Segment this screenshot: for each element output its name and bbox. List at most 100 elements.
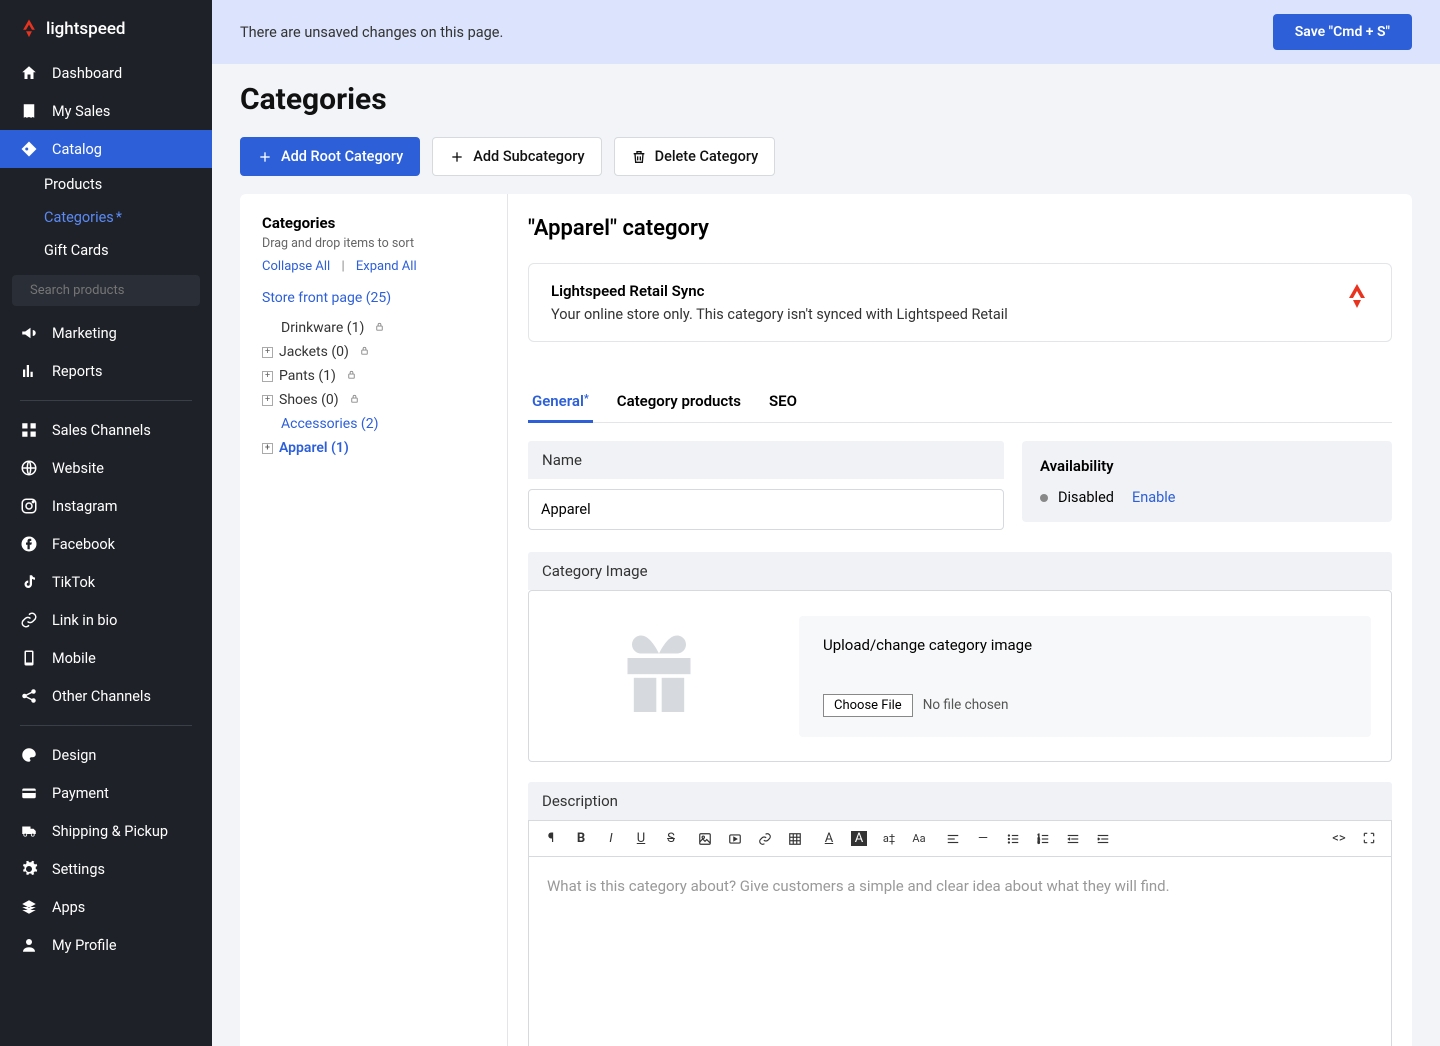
status-dot-icon [1040,494,1048,502]
indent-icon[interactable] [1095,832,1111,846]
unsaved-alert: There are unsaved changes on this page. … [212,0,1440,64]
sidebar-item-marketing[interactable]: Marketing [0,314,212,352]
sidebar-item-catalog[interactable]: Catalog [0,130,212,168]
choose-file-button[interactable]: Choose File [823,694,913,717]
sidebar-item-facebook[interactable]: Facebook [0,525,212,563]
tab-category-products[interactable]: Category products [613,382,745,423]
tab-seo[interactable]: SEO [765,382,801,423]
sidebar-item-design[interactable]: Design [0,736,212,774]
sidebar-label: Link in bio [52,612,117,629]
svg-text:3: 3 [1038,840,1040,844]
tree-item[interactable]: + Apparel (1) [262,436,485,460]
lock-icon [355,344,370,360]
sidebar-item-instagram[interactable]: Instagram [0,487,212,525]
text-color-icon[interactable]: A [821,831,837,846]
bg-color-icon[interactable]: A [851,831,867,846]
expand-icon[interactable]: + [262,347,273,358]
clear-format-icon[interactable]: a‡ [881,832,897,845]
category-tree-panel: Categories Drag and drop items to sort C… [240,194,508,1046]
tree-item[interactable]: +Pants (1) [262,364,485,388]
facebook-icon [20,535,38,553]
sidebar-label: Shipping & Pickup [52,823,168,840]
hr-icon[interactable]: — [975,831,991,846]
tree-item[interactable]: Accessories (2) [262,412,485,436]
form-row: Name Availability Disabled Enable [528,441,1392,530]
outdent-icon[interactable] [1065,832,1081,846]
video-icon[interactable] [727,832,743,846]
link-icon[interactable] [757,832,773,846]
no-file-text: No file chosen [923,697,1009,713]
strike-icon[interactable]: S [663,831,679,846]
tree-item[interactable]: +Jackets (0) [262,340,485,364]
collapse-all-link[interactable]: Collapse All [262,259,330,274]
sidebar-item-tiktok[interactable]: TikTok [0,563,212,601]
align-icon[interactable] [945,832,961,846]
enable-link[interactable]: Enable [1132,489,1176,506]
sidebar-item-settings[interactable]: Settings [0,850,212,888]
add-subcategory-button[interactable]: Add Subcategory [432,137,601,176]
sidebar-item-link-in-bio[interactable]: Link in bio [0,601,212,639]
subnav-categories[interactable]: Categories* [44,201,212,234]
paragraph-icon[interactable]: ¶ [543,831,559,846]
bold-icon[interactable]: B [573,831,589,846]
instagram-icon [20,497,38,515]
tree-item-label: Shoes (0) [279,392,339,408]
logo-text: lightspeed [46,19,126,39]
logo: lightspeed [0,0,212,54]
ul-icon[interactable] [1005,832,1021,846]
user-icon [20,936,38,954]
lightspeed-icon [1345,282,1369,312]
sidebar-item-mobile[interactable]: Mobile [0,639,212,677]
sidebar-item-payment[interactable]: Payment [0,774,212,812]
grid-icon [20,421,38,439]
add-root-category-button[interactable]: Add Root Category [240,137,420,176]
tree-item-label: Apparel (1) [279,440,349,456]
tree-item[interactable]: Drinkware (1) [262,316,485,340]
subnav-gift-cards[interactable]: Gift Cards [44,234,212,267]
expand-icon[interactable]: + [262,371,273,382]
sidebar-item-my-sales[interactable]: My Sales [0,92,212,130]
sidebar-item-dashboard[interactable]: Dashboard [0,54,212,92]
font-size-icon[interactable]: Aa [911,832,927,845]
sync-box: Lightspeed Retail Sync Your online store… [528,263,1392,342]
page-title: Categories [240,82,1412,117]
italic-icon[interactable]: I [603,831,619,846]
expand-icon[interactable]: + [262,395,273,406]
name-input[interactable] [528,489,1004,530]
upload-area: Upload/change category image Choose File… [799,616,1371,737]
share-icon [20,687,38,705]
code-icon[interactable]: <> [1331,831,1347,846]
sidebar-item-my-profile[interactable]: My Profile [0,926,212,964]
ol-icon[interactable]: 123 [1035,832,1051,846]
tree-root[interactable]: Store front page (25) [262,290,485,306]
availability-box: Availability Disabled Enable [1022,441,1392,522]
gift-icon [614,631,704,721]
expand-icon[interactable]: + [262,443,273,454]
search-box[interactable] [12,275,200,306]
sidebar-item-website[interactable]: Website [0,449,212,487]
expand-all-link[interactable]: Expand All [356,259,417,274]
sidebar-item-shipping[interactable]: Shipping & Pickup [0,812,212,850]
sync-text: Your online store only. This category is… [551,306,1008,323]
sidebar-item-reports[interactable]: Reports [0,352,212,390]
sidebar-label: Design [52,747,96,764]
search-input[interactable] [30,283,196,298]
underline-icon[interactable]: U [633,831,649,846]
image-icon[interactable] [697,832,713,846]
sidebar-item-other-channels[interactable]: Other Channels [0,677,212,715]
sidebar-item-sales-channels[interactable]: Sales Channels [0,411,212,449]
save-button[interactable]: Save "Cmd + S" [1273,14,1412,50]
editor-body[interactable]: What is this category about? Give custom… [528,856,1392,1046]
sidebar-label: Website [52,460,104,477]
tree-item[interactable]: + Shoes (0) [262,388,485,412]
tab-general[interactable]: General [528,382,593,423]
receipt-icon [20,102,38,120]
fullscreen-icon[interactable] [1361,831,1377,846]
lock-icon [342,368,357,384]
status-text: Disabled [1058,489,1114,506]
sidebar-item-apps[interactable]: Apps [0,888,212,926]
table-icon[interactable] [787,832,803,846]
subnav-products[interactable]: Products [44,168,212,201]
main: There are unsaved changes on this page. … [212,0,1440,1046]
delete-category-button[interactable]: Delete Category [614,137,776,176]
